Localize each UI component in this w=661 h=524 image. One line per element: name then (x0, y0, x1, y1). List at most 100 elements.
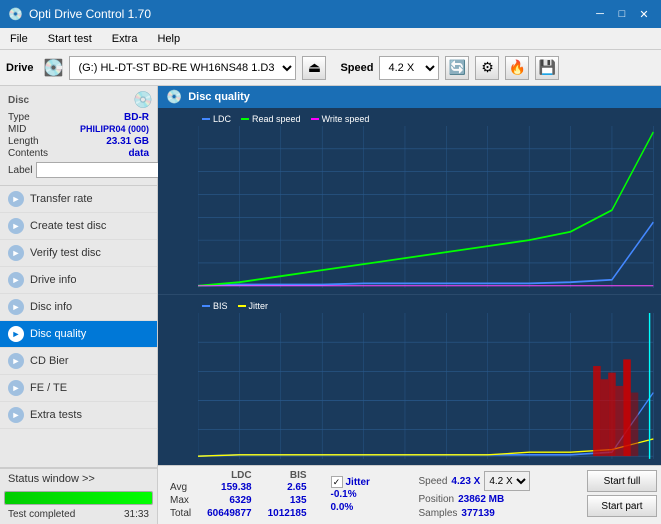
speed-row: Speed 4.23 X 4.2 X (419, 471, 580, 491)
status-window-label: Status window >> (8, 473, 95, 485)
avg-jitter: -0.1% (331, 488, 411, 501)
nav-label-drive-info: Drive info (30, 274, 76, 286)
nav-label-verify-test-disc: Verify test disc (30, 247, 101, 259)
jitter-dot (238, 305, 246, 307)
ldc-label: LDC (213, 114, 231, 124)
disc-section-title: Disc (4, 93, 33, 108)
label-input[interactable] (36, 162, 170, 178)
ldc-dot (202, 118, 210, 120)
cd-bier-icon: ► (8, 353, 24, 369)
drive-select[interactable]: (G:) HL-DT-ST BD-RE WH16NS48 1.D3 (69, 56, 296, 80)
create-test-disc-icon: ► (8, 218, 24, 234)
close-button[interactable]: ✕ (635, 5, 653, 23)
sidebar-item-extra-tests[interactable]: ► Extra tests (0, 402, 157, 429)
progress-bar (5, 492, 152, 504)
status-window-button[interactable]: Status window >> (0, 468, 157, 489)
position-value: 23862 MB (458, 494, 504, 505)
status-time: 31:33 (120, 507, 153, 522)
speed-stat-value: 4.23 X (451, 476, 480, 487)
menu-extra[interactable]: Extra (106, 31, 144, 47)
titlebar-controls: ─ □ ✕ (591, 5, 653, 23)
eject-button[interactable]: ⏏ (302, 56, 326, 80)
nav-label-fe-te: FE / TE (30, 382, 67, 394)
sidebar-item-drive-info[interactable]: ► Drive info (0, 267, 157, 294)
sidebar-item-transfer-rate[interactable]: ► Transfer rate (0, 186, 157, 213)
jitter-label: Jitter (249, 301, 269, 311)
max-jitter: 0.0% (331, 501, 411, 514)
chart2-svg: 50 100 150 200 2% 4% 6% 8% 10% 0.0 2.5 5… (198, 313, 659, 459)
status-window-section: Status window >> Test completed 31:33 (0, 467, 157, 524)
sidebar-item-cd-bier[interactable]: ► CD Bier (0, 348, 157, 375)
start-full-button[interactable]: Start full (587, 470, 657, 492)
fe-te-icon: ► (8, 380, 24, 396)
legend-read: Read speed (241, 114, 301, 124)
sidebar-item-disc-info[interactable]: ► Disc info (0, 294, 157, 321)
extra-tests-icon: ► (8, 407, 24, 423)
sidebar-nav: ► Transfer rate ► Create test disc ► Ver… (0, 186, 157, 467)
disc-quality-title: Disc quality (188, 91, 250, 103)
speed-select[interactable]: 4.2 X (379, 56, 439, 80)
position-row: Position 23862 MB (419, 494, 580, 505)
avg-ldc: 159.38 (199, 481, 260, 494)
sidebar-item-disc-quality[interactable]: ► Disc quality (0, 321, 157, 348)
content-area: 💿 Disc quality LDC Read speed (158, 86, 661, 524)
sidebar-item-fe-te[interactable]: ► FE / TE (0, 375, 157, 402)
speed-label: Speed (340, 62, 373, 74)
disc-length-row: Length 23.31 GB (8, 136, 149, 147)
settings-button[interactable]: ⚙ (475, 56, 499, 80)
sidebar-item-create-test-disc[interactable]: ► Create test disc (0, 213, 157, 240)
save-button[interactable]: 💾 (535, 56, 559, 80)
jitter-section: ✓ Jitter -0.1% 0.0% (331, 470, 411, 520)
avg-label: Avg (162, 481, 199, 494)
sidebar: Disc 💿 Type BD-R MID PHILIPR04 (000) Len… (0, 86, 158, 524)
jitter-checkbox[interactable]: ✓ (331, 476, 343, 488)
toolbar: Drive 💽 (G:) HL-DT-ST BD-RE WH16NS48 1.D… (0, 50, 661, 86)
sidebar-item-verify-test-disc[interactable]: ► Verify test disc (0, 240, 157, 267)
start-buttons: Start full Start part (587, 470, 657, 520)
disc-icon: 💿 (133, 90, 153, 110)
minimize-button[interactable]: ─ (591, 5, 609, 23)
start-part-button[interactable]: Start part (587, 495, 657, 517)
total-bis: 1012185 (260, 507, 315, 520)
drive-icon: 💽 (44, 58, 64, 78)
speed-test-select[interactable]: 4.2 X (484, 471, 530, 491)
samples-value: 377139 (461, 508, 494, 519)
disc-quality-icon: ► (8, 326, 24, 342)
legend-jitter: Jitter (238, 301, 269, 311)
disc-quality-header-icon: 💿 (166, 89, 182, 105)
jitter-checkbox-row: ✓ Jitter (331, 476, 411, 488)
chart1-legend: LDC Read speed Write speed (198, 112, 659, 126)
bis-dot (202, 305, 210, 307)
menu-start-test[interactable]: Start test (42, 31, 98, 47)
jitter-label: Jitter (346, 477, 370, 488)
disc-contents-row: Contents data (8, 148, 149, 159)
main-layout: Disc 💿 Type BD-R MID PHILIPR04 (000) Len… (0, 86, 661, 524)
total-label: Total (162, 507, 199, 520)
max-ldc: 6329 (199, 494, 260, 507)
titlebar-left: 💿 Opti Drive Control 1.70 (8, 7, 151, 21)
disc-mid-row: MID PHILIPR04 (000) (8, 124, 149, 135)
disc-type-row: Type BD-R (8, 112, 149, 123)
samples-row: Samples 377139 (419, 508, 580, 519)
read-dot (241, 118, 249, 120)
bis-label: BIS (213, 301, 228, 311)
burn-button[interactable]: 🔥 (505, 56, 529, 80)
maximize-button[interactable]: □ (613, 5, 631, 23)
app-icon: 💿 (8, 7, 23, 21)
nav-label-create-test-disc: Create test disc (30, 220, 106, 232)
charts-container: LDC Read speed Write speed (158, 108, 661, 465)
avg-bis: 2.65 (260, 481, 315, 494)
write-dot (311, 118, 319, 120)
disc-label-row: Label 🔍 (8, 161, 149, 179)
titlebar: 💿 Opti Drive Control 1.70 ─ □ ✕ (0, 0, 661, 28)
max-bis: 135 (260, 494, 315, 507)
nav-label-disc-quality: Disc quality (30, 328, 86, 340)
menu-file[interactable]: File (4, 31, 34, 47)
menu-help[interactable]: Help (151, 31, 186, 47)
refresh-button[interactable]: 🔄 (445, 56, 469, 80)
disc-quality-header: 💿 Disc quality (158, 86, 661, 108)
legend-write: Write speed (311, 114, 370, 124)
legend-ldc: LDC (202, 114, 231, 124)
total-ldc: 60649877 (199, 507, 260, 520)
max-label: Max (162, 494, 199, 507)
